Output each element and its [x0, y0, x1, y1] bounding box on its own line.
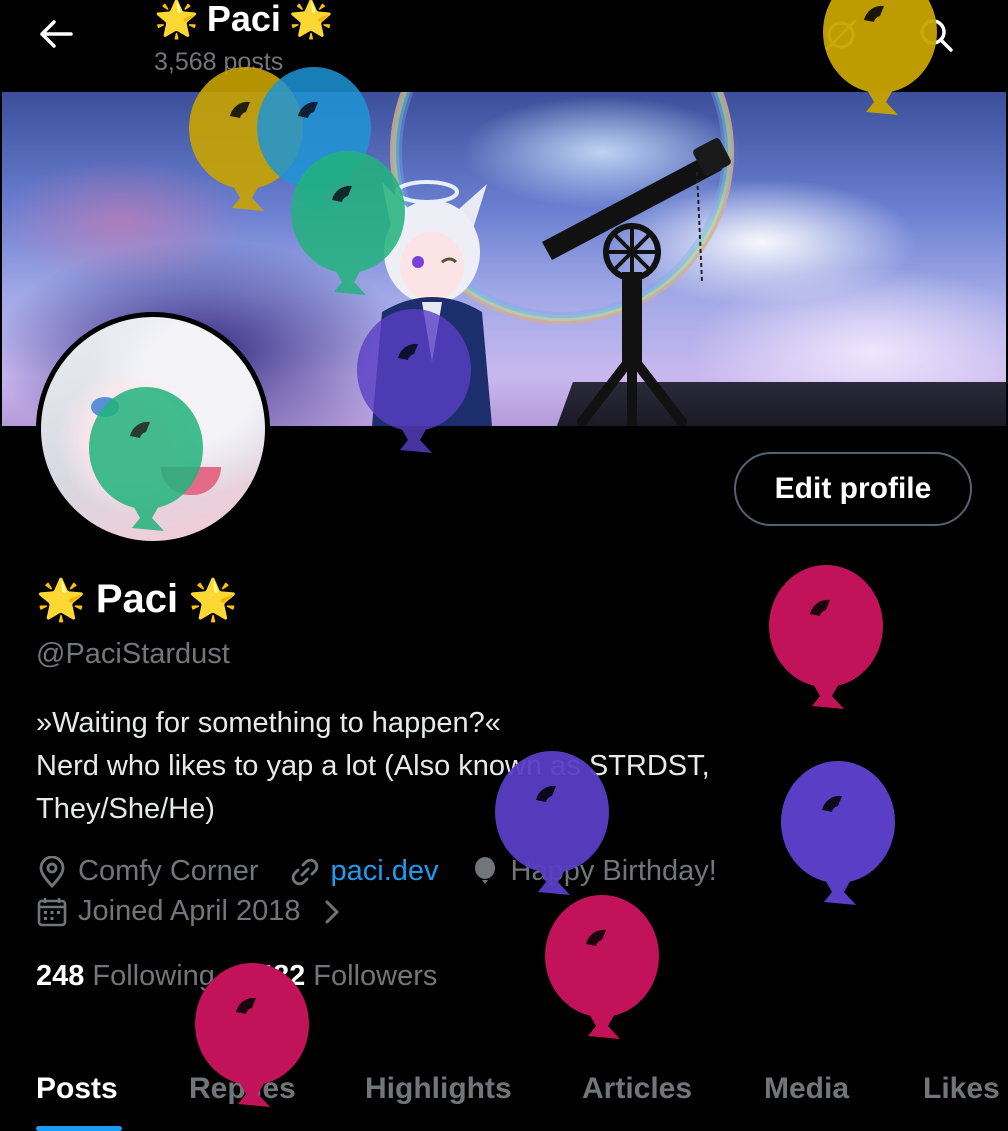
followers-link[interactable]: 482 Followers — [257, 960, 437, 993]
grok-icon — [821, 15, 861, 60]
banner-telescope — [542, 138, 731, 426]
follow-stats: 248 Following 482 Followers — [36, 960, 479, 993]
back-button[interactable] — [34, 16, 78, 56]
edit-profile-button[interactable]: Edit profile — [734, 452, 972, 526]
birthday-text: Happy Birthday! — [510, 855, 717, 887]
website[interactable]: paci.dev — [289, 855, 439, 888]
website-link[interactable]: paci.dev — [331, 855, 439, 888]
balloon — [544, 894, 660, 1042]
star-emoji: 🌟 — [36, 578, 86, 622]
location: Comfy Corner — [36, 855, 259, 888]
star-emoji: 🌟 — [154, 0, 199, 39]
display-name: 🌟 Paci 🌟 — [36, 576, 238, 623]
search-button[interactable] — [913, 14, 959, 60]
tab-posts[interactable]: Posts — [36, 1072, 118, 1106]
tab-articles[interactable]: Articles — [582, 1072, 692, 1106]
following-label: Following — [92, 960, 215, 992]
profile-tabs: Posts Replies Highlights Articles Media … — [0, 1060, 1008, 1131]
followers-count: 482 — [256, 960, 306, 992]
user-handle: @PaciStardust — [36, 638, 230, 670]
following-count: 248 — [36, 960, 85, 992]
tab-replies[interactable]: Replies — [189, 1072, 296, 1106]
display-name-text: Paci — [95, 577, 179, 621]
header-name: Paci — [206, 0, 281, 39]
top-bar: 🌟 Paci 🌟 3,568 posts — [0, 0, 1008, 92]
joined-date[interactable]: Joined April 2018 — [36, 895, 341, 928]
calendar-icon — [36, 896, 68, 928]
link-icon — [289, 856, 321, 888]
joined-text: Joined April 2018 — [78, 895, 301, 927]
tab-media[interactable]: Media — [764, 1072, 849, 1106]
post-count: 3,568 posts — [154, 48, 284, 76]
tab-highlights[interactable]: Highlights — [365, 1072, 512, 1106]
profile-meta-row: Joined April 2018 — [36, 895, 341, 928]
active-tab-indicator — [36, 1126, 122, 1131]
bio-line: Nerd who likes to yap a lot (Also known … — [36, 750, 710, 782]
profile-meta-row: Comfy Corner paci.dev Happy Birthday! — [36, 855, 747, 888]
profile-bio: »Waiting for something to happen?« Nerd … — [36, 702, 816, 831]
grok-button[interactable] — [818, 14, 864, 60]
arrow-left-icon — [38, 19, 74, 54]
header-title: 🌟 Paci 🌟 — [154, 0, 334, 40]
tab-likes[interactable]: Likes — [923, 1072, 1000, 1106]
location-text: Comfy Corner — [78, 855, 259, 887]
banner-character — [372, 180, 492, 426]
star-emoji: 🌟 — [288, 0, 334, 39]
chevron-right-icon[interactable] — [323, 898, 341, 926]
followers-label: Followers — [313, 960, 438, 992]
balloon — [768, 564, 884, 712]
following-link[interactable]: 248 Following — [36, 960, 215, 993]
birthday: Happy Birthday! — [469, 855, 717, 888]
star-emoji: 🌟 — [188, 578, 238, 622]
search-icon — [916, 15, 956, 60]
bio-line: They/She/He) — [36, 793, 215, 825]
profile-avatar[interactable] — [36, 312, 270, 546]
balloon-icon — [469, 856, 501, 888]
bio-line: »Waiting for something to happen?« — [36, 707, 501, 739]
location-pin-icon — [36, 855, 68, 888]
